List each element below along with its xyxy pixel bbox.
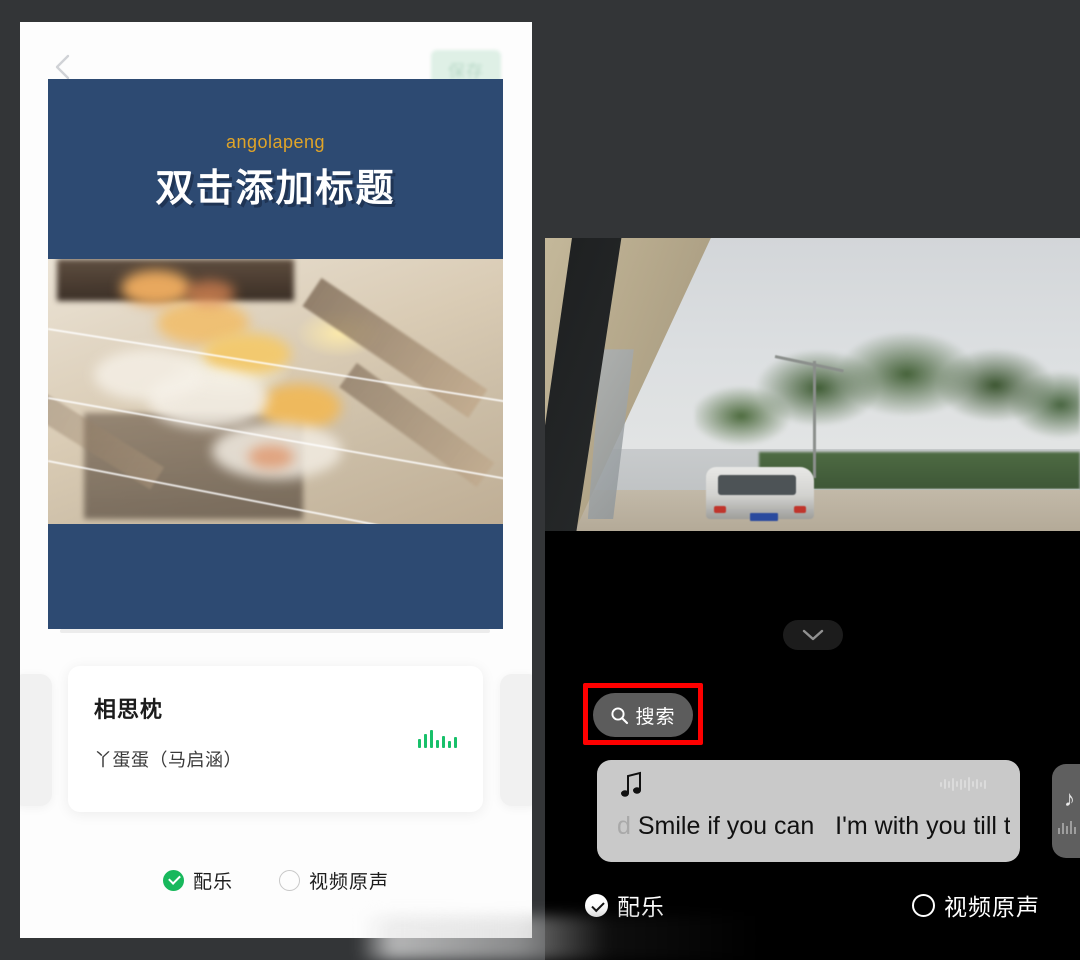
right-panel-top-fill [545,0,1080,238]
preview-divider [20,629,532,634]
music-note-icon [619,770,645,805]
audio-option-original[interactable]: 视频原声 [279,867,389,894]
audio-option-bgm[interactable]: 配乐 [162,867,233,894]
video-preview-canvas[interactable]: angolapeng 双击添加标题 [48,79,503,629]
music-artist: 丫蛋蛋（马启涵） [94,750,242,770]
lyric-secondary: I'm with you till t [835,812,1010,840]
music-carousel[interactable]: 相思枕 丫蛋蛋（马启涵） [20,656,532,826]
right-audio-option-original[interactable]: 视频原声 [912,888,1040,922]
search-button-label: 搜索 [635,706,676,728]
left-top-bar: 保存 [20,22,532,88]
audio-option-original-label: 视频原声 [309,872,390,893]
radio-checked-icon [585,893,608,917]
selected-music-card[interactable]: 相思枕 丫蛋蛋（马启涵） [68,666,483,812]
right-music-carousel[interactable]: d Smile if you can I'm with you till t ♪ [545,760,1080,870]
save-button-label: 保存 [448,61,484,81]
audio-wave-icon [1058,820,1076,834]
music-card-peek-previous[interactable] [20,674,52,806]
street-lamp-post [812,361,816,479]
right-selected-music-card[interactable]: d Smile if you can I'm with you till t [597,760,1020,862]
search-icon [610,706,629,725]
car-window-road-van-photo[interactable] [545,238,1080,531]
radio-unchecked-icon [279,870,300,891]
preview-title: 双击添加标题 [155,168,396,210]
music-picker-sheet: 搜索 d Smile if you can I'm with you till … [545,595,1080,960]
radio-unchecked-icon [912,893,935,917]
right-audio-option-bgm-label: 配乐 [617,894,665,920]
music-title: 相思枕 [94,697,164,722]
right-player-panel: 搜索 d Smile if you can I'm with you till … [545,0,1080,960]
right-audio-option-bgm[interactable]: 配乐 [585,888,665,922]
right-audio-option-original-label: 视频原声 [944,894,1040,920]
chevron-down-icon[interactable] [782,620,843,650]
audio-source-options-left: 配乐 视频原声 [20,867,532,894]
screenshot-root: 保存 angolapeng 双击添加标题 相思枕 丫蛋蛋（马启涵） 配乐 视频原… [0,0,1080,960]
audio-wave-icon [940,776,986,792]
lyric-left-fragment: d [617,812,631,840]
grilled-skewers-photo [48,259,503,524]
radio-checked-icon [162,870,184,891]
preview-bottom-band [48,524,503,629]
audio-wave-icon [418,728,457,748]
left-editor-panel: 保存 angolapeng 双击添加标题 相思枕 丫蛋蛋（马启涵） 配乐 视频原… [20,22,532,938]
lyric-primary: Smile if you can [637,812,815,840]
search-button[interactable]: 搜索 [593,693,693,737]
lyric-text: d Smile if you can I'm with you till t [617,812,1010,841]
right-music-card-peek-next[interactable]: ♪ [1052,764,1080,858]
chevron-left-icon[interactable] [50,52,76,82]
audio-source-options-right: 配乐 视频原声 [545,888,1080,922]
audio-option-bgm-label: 配乐 [192,872,233,893]
preview-subtitle: angolapeng [225,132,326,152]
music-note-icon: ♪ [1064,786,1075,811]
music-card-peek-next[interactable] [500,674,532,806]
white-van [705,467,814,522]
